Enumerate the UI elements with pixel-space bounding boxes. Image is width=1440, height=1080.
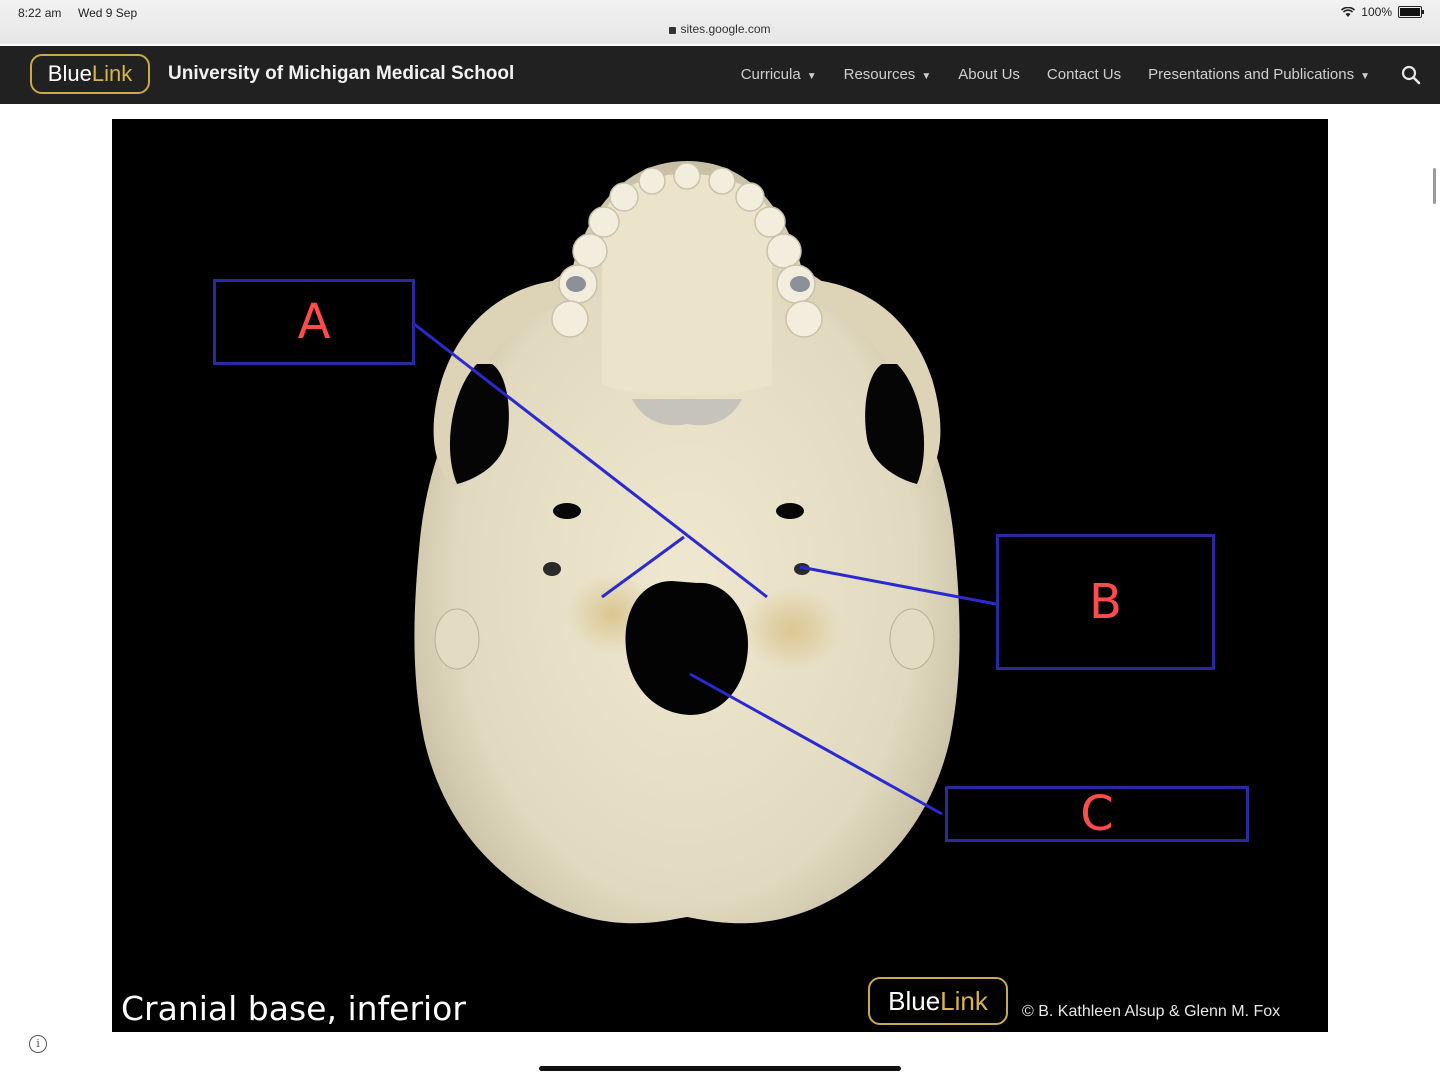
nav-item-curricula[interactable]: Curricula ▼ (741, 66, 817, 83)
label-box-c[interactable]: C (945, 786, 1249, 842)
foramen-left (553, 503, 581, 519)
nav-label: Resources (843, 66, 916, 83)
chevron-down-icon: ▼ (806, 71, 817, 82)
figure-credit: © B. Kathleen Alsup & Glenn M. Fox (1022, 1003, 1281, 1020)
figure-bluelink-logo: BlueLink (868, 977, 1008, 1025)
label-box-b[interactable]: B (996, 534, 1215, 670)
nav-menu: Curricula ▼ Resources ▼ About Us Contact U… (741, 66, 1370, 83)
site-title[interactable]: University of Michigan Medical School (168, 63, 514, 85)
nav-label: About Us (958, 66, 1020, 83)
chevron-down-icon: ▼ (921, 71, 932, 82)
anatomy-figure: A B C Cranial base, inferior BlueLink © … (112, 119, 1328, 1032)
filling-left (566, 276, 586, 292)
nav-item-presentations[interactable]: Presentations and Publications ▼ (1148, 66, 1370, 83)
status-bar: 8:22 am Wed 9 Sep sites.google.com 100% (0, 0, 1440, 44)
nav-item-resources[interactable]: Resources ▼ (844, 66, 932, 83)
filling-right (790, 276, 810, 292)
label-box-a[interactable]: A (213, 279, 415, 365)
nav-item-contact-us[interactable]: Contact Us (1047, 66, 1121, 83)
foramen-left-2 (543, 562, 561, 576)
label-b-text: B (1089, 574, 1122, 630)
status-time: 8:22 am (18, 6, 62, 20)
nav-label: Presentations and Publications (1148, 66, 1355, 83)
figure-caption: Cranial base, inferior (121, 989, 466, 1028)
address-url: sites.google.com (680, 22, 771, 36)
battery-percent: 100% (1361, 5, 1392, 19)
logo-link: Link (91, 61, 133, 86)
battery-icon (1398, 6, 1424, 18)
fig-logo-link: Link (940, 986, 988, 1016)
scrollbar[interactable] (1433, 168, 1436, 204)
wifi-icon (1341, 6, 1356, 17)
nav-label: Contact Us (1046, 66, 1122, 83)
home-indicator[interactable] (539, 1066, 901, 1071)
label-c-text: C (1080, 786, 1114, 842)
nav-label: Curricula (740, 66, 801, 83)
right-condyle-area (742, 587, 842, 671)
chevron-down-icon: ▼ (1360, 71, 1370, 82)
logo-blue: Blue (47, 61, 92, 86)
bluelink-logo[interactable]: BlueLink (30, 54, 150, 94)
address-bar[interactable]: sites.google.com (0, 22, 1440, 36)
nav-item-about-us[interactable]: About Us (958, 66, 1020, 83)
right-mastoid (889, 608, 935, 670)
site-navbar: BlueLink University of Michigan Medical … (0, 46, 1440, 104)
lock-icon (669, 27, 677, 34)
left-mastoid (434, 608, 480, 670)
foramen-right (776, 503, 804, 519)
fig-logo-blue: Blue (888, 986, 941, 1016)
label-a-text: A (297, 294, 331, 350)
status-date: Wed 9 Sep (78, 6, 138, 20)
search-icon[interactable] (1400, 64, 1422, 86)
status-right: 100% (1341, 5, 1424, 19)
info-icon[interactable]: i (29, 1035, 47, 1053)
